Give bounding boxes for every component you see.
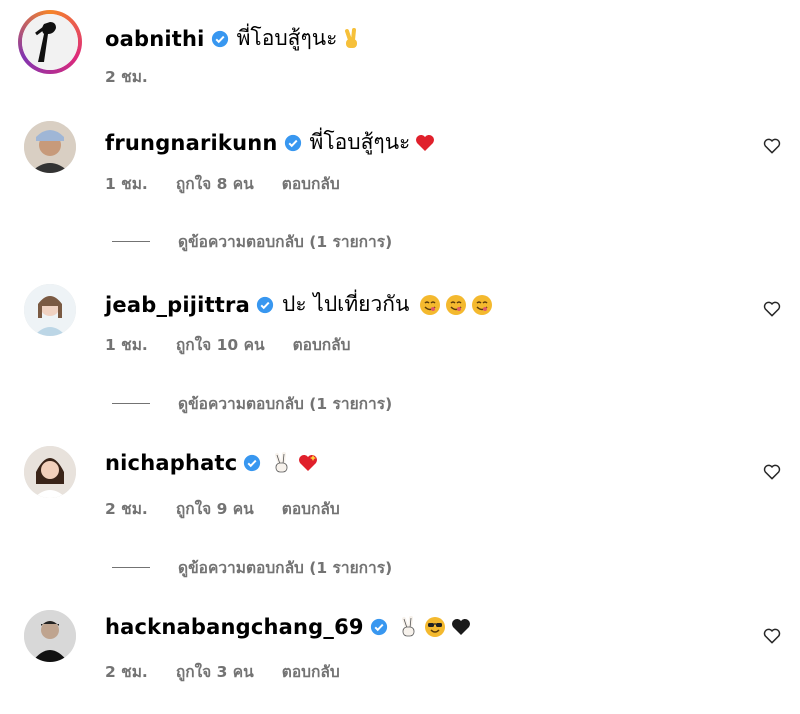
avatar-jeab-pijittra[interactable] — [24, 284, 76, 336]
view-replies-button[interactable]: ดูข้อความตอบกลับ (1 รายการ) — [112, 229, 392, 254]
victory-hand-emoji-icon — [271, 452, 293, 474]
like-count[interactable]: ถูกใจ 9 คน — [176, 496, 254, 521]
reply-button[interactable]: ตอบกลับ — [282, 171, 340, 196]
username[interactable]: nichaphatc — [105, 451, 237, 475]
heart-outline-icon[interactable] — [762, 626, 782, 646]
face-savoring-food-emoji-icon — [471, 294, 493, 316]
avatar-hacknabangchang-69[interactable] — [24, 610, 76, 662]
view-replies-label: ดูข้อความตอบกลับ (1 รายการ) — [178, 395, 393, 413]
divider-dash — [112, 241, 150, 242]
comment-time: 1 ชม. — [105, 336, 148, 354]
avatar-oabnithi — [22, 14, 78, 70]
verified-badge-icon — [243, 454, 261, 472]
divider-dash — [112, 567, 150, 568]
comment-time: 2 ชม. — [105, 500, 148, 518]
divider-dash — [112, 403, 150, 404]
heart-outline-icon[interactable] — [762, 136, 782, 156]
sparkling-heart-emoji-icon — [297, 452, 319, 474]
smiling-face-with-sunglasses-emoji-icon — [424, 616, 446, 638]
comment-time: 2 ชม. — [105, 663, 148, 681]
verified-badge-icon — [211, 30, 229, 48]
red-heart-emoji-icon — [414, 132, 436, 154]
comment-time: 2 ชม. — [105, 68, 148, 86]
view-replies-label: ดูข้อความตอบกลับ (1 รายการ) — [178, 233, 393, 251]
comment-text: พี่โอบสู้ๆนะ — [236, 26, 338, 50]
victory-hand-emoji-icon — [398, 616, 420, 638]
comment-text: ปะ ไปเที่ยวกัน — [281, 292, 410, 316]
avatar-nichaphatc[interactable] — [24, 446, 76, 498]
face-savoring-food-emoji-icon — [445, 294, 467, 316]
username[interactable]: hacknabangchang_69 — [105, 615, 364, 639]
verified-badge-icon — [256, 296, 274, 314]
like-count[interactable]: ถูกใจ 8 คน — [176, 171, 254, 196]
view-replies-label: ดูข้อความตอบกลับ (1 รายการ) — [178, 559, 393, 577]
heart-outline-icon[interactable] — [762, 462, 782, 482]
comment-text: พี่โอบสู้ๆนะ — [309, 130, 411, 154]
victory-hand-emoji-icon — [341, 27, 363, 50]
reply-button[interactable]: ตอบกลับ — [282, 659, 340, 684]
heart-outline-icon[interactable] — [762, 299, 782, 319]
username[interactable]: frungnarikunn — [105, 131, 278, 155]
verified-badge-icon — [370, 618, 388, 636]
avatar-frungnarikunn[interactable] — [24, 121, 76, 173]
view-replies-button[interactable]: ดูข้อความตอบกลับ (1 รายการ) — [112, 391, 392, 416]
username[interactable]: oabnithi — [105, 27, 205, 51]
avatar-story-ring[interactable] — [18, 10, 82, 74]
face-savoring-food-emoji-icon — [419, 294, 441, 316]
like-count[interactable]: ถูกใจ 3 คน — [176, 659, 254, 684]
username[interactable]: jeab_pijittra — [105, 293, 250, 317]
verified-badge-icon — [284, 134, 302, 152]
view-replies-button[interactable]: ดูข้อความตอบกลับ (1 รายการ) — [112, 555, 392, 580]
black-heart-emoji-icon — [450, 616, 472, 638]
reply-button[interactable]: ตอบกลับ — [282, 496, 340, 521]
like-count[interactable]: ถูกใจ 10 คน — [176, 332, 265, 357]
comment-time: 1 ชม. — [105, 175, 148, 193]
reply-button[interactable]: ตอบกลับ — [293, 332, 351, 357]
